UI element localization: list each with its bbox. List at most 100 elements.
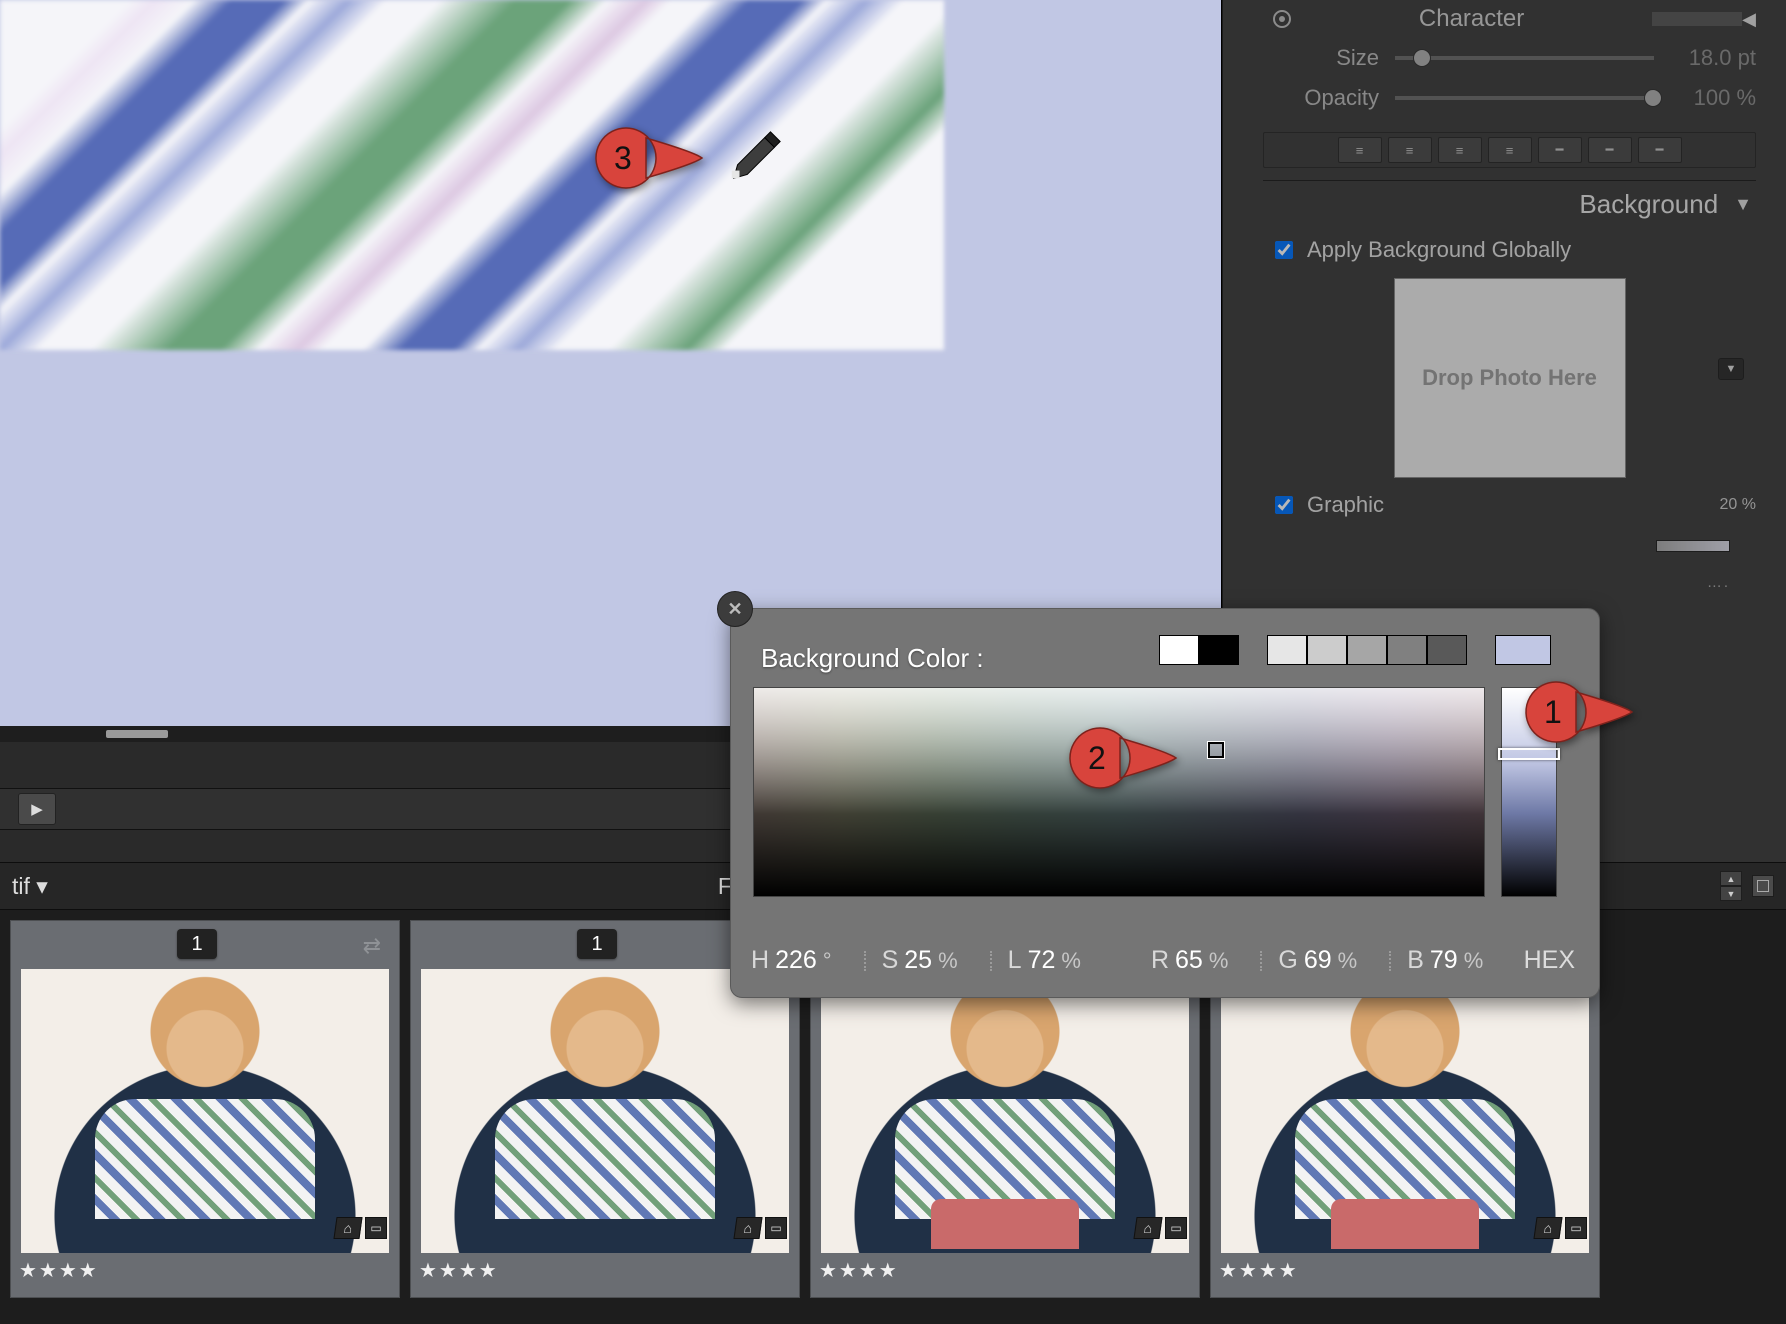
keyword-icon[interactable]: ⌂ (1133, 1217, 1162, 1239)
s-value[interactable]: 25 (904, 946, 932, 975)
dropzone-label: Drop Photo Here (1422, 365, 1597, 391)
size-row: Size 18.0 pt (1263, 38, 1756, 78)
thumb-badges: ⌂ ▭ (1535, 1217, 1587, 1239)
r-unit: % (1209, 948, 1229, 974)
crop-icon[interactable]: ▭ (1565, 1217, 1587, 1239)
b-unit: % (1464, 948, 1484, 974)
opacity-value: 100 % (1660, 85, 1756, 111)
h-label: H (751, 946, 769, 975)
swatch-gray[interactable] (1427, 635, 1467, 665)
swatch-white[interactable] (1159, 635, 1199, 665)
crop-icon[interactable]: ▭ (765, 1217, 787, 1239)
expand-toolbar-button[interactable]: ▶ (18, 793, 56, 825)
text-align-group: ≡ ≡ ≡ ≡ ━ ━ ━ (1263, 132, 1756, 168)
swatch-gray[interactable] (1267, 635, 1307, 665)
r-value[interactable]: 65 (1175, 946, 1203, 975)
thumbnail-size-stepper[interactable]: ▲ ▼ (1720, 871, 1742, 901)
filmstrip-thumb[interactable]: 1 ⇄ ⌂ ▭ ★★★★ (10, 920, 400, 1298)
thumb-rating[interactable]: ★★★★ (19, 1258, 99, 1283)
thumb-rating[interactable]: ★★★★ (419, 1258, 499, 1283)
align-right-button[interactable]: ≡ (1438, 137, 1482, 163)
file-type-dropdown[interactable]: tif ▾ (12, 873, 48, 900)
keyword-icon[interactable]: ⌂ (333, 1217, 362, 1239)
visibility-icon[interactable] (1273, 10, 1291, 28)
color-picker-title: Background Color : (761, 643, 984, 674)
dropzone-options-button[interactable]: ▼ (1718, 358, 1744, 380)
swatch-gray[interactable] (1307, 635, 1347, 665)
swatch-gray[interactable] (1347, 635, 1387, 665)
background-section-header[interactable]: Background ▼ (1263, 180, 1756, 228)
crop-icon[interactable]: ▭ (365, 1217, 387, 1239)
thumb-rating[interactable]: ★★★★ (819, 1258, 899, 1283)
l-label: L (1008, 946, 1022, 975)
b-value[interactable]: 79 (1430, 946, 1458, 975)
bw-swatches (1159, 635, 1239, 665)
canvas-scrollbar-thumb[interactable] (106, 730, 168, 738)
lightness-slider-handle[interactable] (1498, 748, 1560, 760)
thumb-image[interactable] (821, 969, 1189, 1253)
apply-globally-row[interactable]: Apply Background Globally (1263, 228, 1756, 272)
thumb-rating[interactable]: ★★★★ (1219, 1258, 1299, 1283)
grid-view-button[interactable] (1752, 875, 1774, 897)
size-label: Size (1263, 45, 1389, 71)
l-value[interactable]: 72 (1028, 946, 1056, 975)
color-picker-popup[interactable]: ✕ Background Color : H 226 ° S 25 % L 72… (730, 608, 1600, 998)
character-color-swatch[interactable] (1652, 12, 1742, 26)
graphic-row: Graphic 20 % (1263, 484, 1756, 526)
thumb-badges: ⌂ ▭ (735, 1217, 787, 1239)
color-field-marker[interactable] (1208, 742, 1224, 758)
current-color-swatch[interactable] (1495, 635, 1551, 665)
collapse-down-icon[interactable]: ▼ (1734, 194, 1752, 215)
keyword-icon[interactable]: ⌂ (1533, 1217, 1562, 1239)
close-color-picker-button[interactable]: ✕ (717, 591, 753, 627)
valign-middle-button[interactable]: ━ (1588, 137, 1632, 163)
thumb-index-badge: 1 (577, 929, 617, 959)
h-value[interactable]: 226 (775, 946, 817, 975)
size-slider-knob[interactable] (1413, 49, 1431, 67)
apply-globally-checkbox[interactable] (1275, 241, 1293, 259)
thumbnail-size-up[interactable]: ▲ (1720, 871, 1742, 886)
background-title: Background (1579, 189, 1718, 220)
s-unit: % (938, 948, 958, 974)
swatch-black[interactable] (1199, 635, 1239, 665)
thumb-badges: ⌂ ▭ (1135, 1217, 1187, 1239)
opacity-slider[interactable] (1395, 96, 1654, 100)
thumb-image[interactable] (21, 969, 389, 1253)
g-value[interactable]: 69 (1304, 946, 1332, 975)
l-unit: % (1061, 948, 1081, 974)
placed-photo[interactable] (0, 0, 944, 350)
dropzone-wrap: Drop Photo Here ▼ (1263, 272, 1756, 484)
align-left-button[interactable]: ≡ (1338, 137, 1382, 163)
align-center-button[interactable]: ≡ (1388, 137, 1432, 163)
background-photo-dropzone[interactable]: Drop Photo Here (1394, 278, 1626, 478)
thumbnail-size-down[interactable]: ▼ (1720, 886, 1742, 901)
opacity-row: Opacity 100 % (1263, 78, 1756, 118)
thumb-image[interactable] (1221, 969, 1589, 1253)
thumb-image[interactable] (421, 969, 789, 1253)
keyword-icon[interactable]: ⌂ (733, 1217, 762, 1239)
opacity-slider-knob[interactable] (1644, 89, 1662, 107)
graphic-opacity-slider[interactable] (1656, 540, 1730, 552)
lightness-slider[interactable] (1501, 687, 1557, 897)
color-field[interactable] (753, 687, 1485, 897)
character-title: Character (1291, 5, 1652, 33)
collapse-left-icon[interactable]: ◀ (1742, 9, 1756, 30)
graphic-label: Graphic (1307, 492, 1384, 518)
ellipsis-icon: …. (1707, 574, 1730, 591)
graphic-opacity-value: 20 % (1686, 496, 1756, 514)
apply-globally-label: Apply Background Globally (1307, 237, 1571, 263)
swatch-gray[interactable] (1387, 635, 1427, 665)
hex-label[interactable]: HEX (1524, 946, 1575, 975)
color-readout: H 226 ° S 25 % L 72 % R 65 % G 69 % B 79… (751, 946, 1579, 975)
b-label: B (1407, 946, 1424, 975)
valign-top-button[interactable]: ━ (1538, 137, 1582, 163)
g-unit: % (1338, 948, 1358, 974)
size-slider[interactable] (1395, 56, 1654, 60)
crop-icon[interactable]: ▭ (1165, 1217, 1187, 1239)
align-justify-button[interactable]: ≡ (1488, 137, 1532, 163)
graphic-opacity-row (1263, 526, 1756, 566)
valign-bottom-button[interactable]: ━ (1638, 137, 1682, 163)
graphic-checkbox[interactable] (1275, 496, 1293, 514)
sync-icon: ⇄ (363, 933, 381, 959)
character-header[interactable]: Character ◀ (1263, 0, 1756, 38)
